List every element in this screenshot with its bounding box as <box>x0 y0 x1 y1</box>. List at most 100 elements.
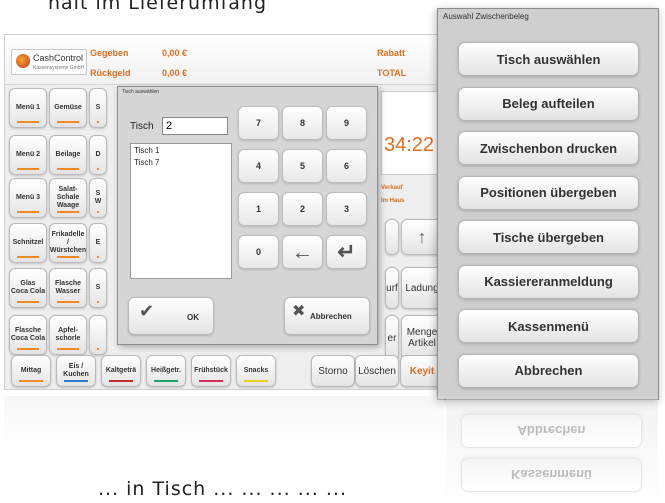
gegeben-value: 0,00 € <box>162 48 188 58</box>
total-label: TOTAL <box>377 68 407 78</box>
panel-button[interactable]: Abbrechen <box>458 353 639 388</box>
category-key-label: Gemüse <box>54 104 82 111</box>
category-key-label: S <box>95 104 101 111</box>
category-key[interactable]: Gemüse <box>49 88 87 128</box>
numpad-key[interactable]: 2 <box>282 192 323 226</box>
verkauf-label: Verkauf <box>381 185 403 191</box>
enter-icon[interactable]: ↵ <box>326 235 367 269</box>
numpad-key[interactable]: 6 <box>326 149 367 183</box>
category-key-label: Menü 1 <box>15 104 41 111</box>
category-key[interactable]: S <box>89 268 107 308</box>
category-key-label: D <box>95 151 101 158</box>
category-key-accent <box>17 168 39 170</box>
category-key-label: Salat- Schale Waage <box>56 186 80 209</box>
category-key[interactable]: Glas Coca Cola <box>9 268 47 308</box>
category-key[interactable]: Flasche Wasser <box>49 268 87 308</box>
storno-button[interactable]: Storno <box>311 355 355 387</box>
panel-button[interactable]: Kassenmenü <box>458 309 639 343</box>
numpad-key[interactable]: 7 <box>238 106 279 140</box>
category-key-accent <box>17 348 39 350</box>
close-icon: ✖ <box>292 303 306 320</box>
category-key[interactable]: Flasche Coca Cola <box>9 315 47 355</box>
category-key[interactable]: S W <box>89 178 107 218</box>
pos-header: CashControl Kassensysteme GmbH Gegeben 0… <box>5 35 453 85</box>
panel-button[interactable]: Tische übergeben <box>458 220 639 254</box>
tab-4[interactable]: Frühstück <box>191 355 231 387</box>
reflection-abbrechen: Abbrechen <box>461 414 642 448</box>
category-key[interactable]: Menü 2 <box>9 135 47 175</box>
abbrechen-label: Abbrechen <box>310 312 352 321</box>
category-key-label: Beilage <box>55 151 81 158</box>
category-key[interactable] <box>89 315 107 355</box>
tisch-input[interactable] <box>162 117 228 135</box>
tisch-label: Tisch <box>130 121 154 132</box>
category-key[interactable]: Menü 3 <box>9 178 47 218</box>
zwischenbeleg-panel: Auswahl Zwischenbeleg Tisch auswählen Bel… <box>437 8 659 400</box>
numpad-key[interactable]: 1 <box>238 192 279 226</box>
tab-accent <box>109 380 133 382</box>
panel-button[interactable]: Beleg aufteilen <box>458 86 639 121</box>
urf-label: urf <box>386 282 398 294</box>
category-key-accent <box>17 121 39 123</box>
tab-2[interactable]: Kaltgeträ <box>101 355 141 387</box>
panel-button[interactable]: Positionen übergeben <box>458 175 639 210</box>
tab-1[interactable]: Eis / Kuchen <box>56 355 96 387</box>
tab-5[interactable]: Snacks <box>236 355 276 387</box>
category-key[interactable]: Frikadelle / Würstchen <box>49 223 87 263</box>
category-key[interactable]: Beilage <box>49 135 87 175</box>
rueckgeld-value: 0,00 € <box>162 68 188 78</box>
list-item[interactable]: Tisch 1 <box>131 144 231 158</box>
category-key-accent <box>57 121 79 123</box>
tisch-auswaehlen-dialog: Tisch auswählen Tisch Tisch 1 Tisch 7 78… <box>117 86 378 345</box>
tab-3[interactable]: Heißgetr. <box>146 355 186 387</box>
abbrechen-dialog-button[interactable]: ✖ Abbrechen <box>284 297 370 335</box>
gegeben-label: Gegeben <box>90 48 129 58</box>
category-key[interactable]: D <box>89 135 107 175</box>
panel-button[interactable]: Tisch auswählen <box>458 42 639 76</box>
clock-text: 34:22 <box>384 134 435 156</box>
category-key-accent <box>57 168 79 170</box>
list-item[interactable]: Tisch 7 <box>131 158 231 168</box>
key-partial[interactable] <box>385 219 399 255</box>
category-key-accent <box>97 168 99 170</box>
category-key[interactable]: E <box>89 223 107 263</box>
backspace-icon[interactable]: ← <box>282 235 323 269</box>
panel-title: Auswahl Zwischenbeleg <box>443 12 529 21</box>
logo-name: CashControl <box>33 53 84 63</box>
category-key-accent <box>17 256 39 258</box>
category-key-accent <box>97 256 99 258</box>
category-key[interactable]: Apfel- schorle <box>49 315 87 355</box>
category-key-accent <box>57 256 79 258</box>
category-key-accent <box>57 348 79 350</box>
tab-accent <box>154 380 178 382</box>
tab-accent <box>199 380 223 382</box>
category-key-label: Menü 2 <box>15 151 41 158</box>
numpad-key[interactable]: 8 <box>282 106 323 140</box>
reflection-kassenmenue: Kassenmenü <box>461 458 642 492</box>
numpad-key[interactable]: 4 <box>238 149 279 183</box>
tab-0[interactable]: Mittag <box>11 355 51 387</box>
panel-button[interactable]: Zwischenbon drucken <box>458 131 639 165</box>
loeschen-button[interactable]: Löschen <box>355 355 399 387</box>
category-key[interactable]: S <box>89 88 107 128</box>
category-key[interactable]: Menü 1 <box>9 88 47 128</box>
category-key[interactable]: Schnitzel <box>9 223 47 263</box>
category-key-accent <box>57 301 79 303</box>
category-key[interactable]: Salat- Schale Waage <box>49 178 87 218</box>
caption-bottom: ... in Tisch ... ... ... ... ... <box>98 478 347 500</box>
category-key-accent <box>17 211 39 213</box>
category-key-accent <box>17 301 39 303</box>
reflection-app <box>4 396 444 446</box>
logo: CashControl Kassensysteme GmbH <box>11 49 87 75</box>
numpad-key[interactable]: 3 <box>326 192 367 226</box>
tab-label: Snacks <box>243 367 269 374</box>
urf-button[interactable]: urf <box>385 267 399 309</box>
category-key-label: S W <box>94 190 102 205</box>
im-haus-label: Im Haus <box>381 198 405 204</box>
numpad-key[interactable]: 0 <box>238 235 279 269</box>
ok-button[interactable]: ✔ OK <box>128 297 214 335</box>
panel-button[interactable]: Kassiereranmeldung <box>458 264 639 299</box>
reflection-panel: Abbrechen Kassenmenü <box>446 396 658 503</box>
numpad-key[interactable]: 9 <box>326 106 367 140</box>
numpad-key[interactable]: 5 <box>282 149 323 183</box>
